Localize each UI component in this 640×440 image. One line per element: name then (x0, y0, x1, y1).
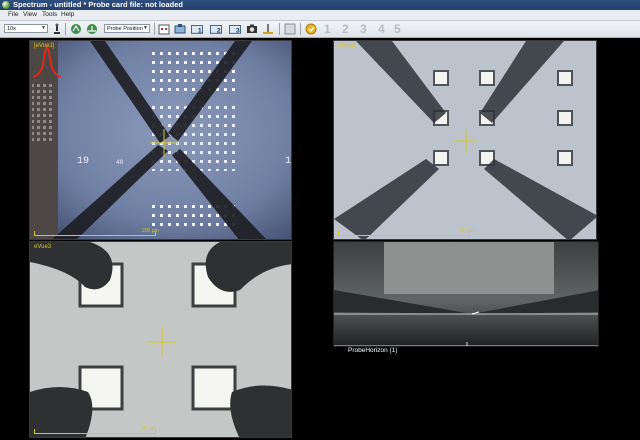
probe-b-icon[interactable] (86, 23, 98, 35)
view-3-label: eVue3 (34, 244, 52, 250)
microscope-icon[interactable] (51, 23, 63, 35)
probe-horizon-image (334, 242, 598, 346)
probe-2-icon[interactable]: 2 (210, 23, 222, 35)
chevron-down-icon: ▼ (143, 25, 148, 31)
scale-label: 50 µm (142, 426, 156, 432)
svg-text:3: 3 (236, 27, 240, 34)
chip-marking-1: 1 (285, 156, 292, 167)
chip-marking-19: 19 (77, 156, 90, 167)
view-2-label: eVue2 (338, 43, 356, 49)
blank-slot-icon[interactable] (284, 23, 296, 35)
probe-number-2[interactable]: 2 (342, 22, 349, 36)
menu-bar: File View Tools Help (0, 10, 640, 21)
mode-select[interactable]: Probe Position ▼ (104, 24, 150, 33)
svg-text:2: 2 (217, 27, 221, 34)
toolbar-separator (300, 23, 301, 35)
menu-tools[interactable]: Tools (42, 10, 57, 20)
probe-number-3[interactable]: 3 (360, 22, 367, 36)
view-1-label: [eVue1] (34, 43, 55, 49)
svg-text:1: 1 (198, 27, 202, 34)
probe-pads-image (334, 41, 596, 239)
app-logo-icon (2, 1, 10, 9)
camera-view-4[interactable] (333, 241, 599, 347)
window-title: Spectrum - untitled * Probe card file: n… (13, 0, 184, 9)
scale-bar (338, 231, 470, 236)
menu-help[interactable]: Help (61, 10, 74, 20)
scale-label: 50 µm (460, 228, 474, 234)
zoom-select[interactable]: 10x ▼ (4, 24, 48, 33)
toolbar-separator (65, 23, 66, 35)
probe-number-5[interactable]: 5 (394, 22, 401, 36)
pad-closeup-image (30, 242, 291, 437)
probe-1-icon[interactable]: 1 (191, 23, 203, 35)
mode-select-value: Probe Position (107, 26, 143, 32)
view-4-label: ProbeHorizon (1) (348, 347, 398, 354)
probe-a-icon[interactable] (70, 23, 82, 35)
menu-view[interactable]: View (23, 10, 37, 20)
scale-bar (34, 429, 156, 434)
toolbar-separator (279, 23, 280, 35)
camera-view-2[interactable]: eVue2 50 µm (333, 40, 597, 240)
scale-label: 200 µm (142, 228, 159, 234)
camera-view-1[interactable]: [eVue1] 19 40 1 200 µm (29, 40, 292, 240)
toolbar-separator (154, 23, 155, 35)
scale-bar (34, 231, 156, 236)
light-tool-icon[interactable] (262, 23, 274, 35)
title-bar: Spectrum - untitled * Probe card file: n… (0, 0, 640, 10)
toolbar: 10x ▼ Probe Position ▼ 1 2 3 1 2 3 4 5 (0, 21, 640, 38)
camera-view-3[interactable]: eVue3 50 µm (29, 241, 292, 438)
zoom-select-value: 10x (7, 26, 16, 32)
scan-tool-icon[interactable] (174, 23, 186, 35)
wafer-overview-image (30, 41, 291, 239)
chip-marking-40: 40 (116, 159, 124, 166)
menu-file[interactable]: File (8, 10, 18, 20)
chevron-down-icon: ▼ (41, 25, 46, 31)
camera-icon[interactable] (246, 23, 258, 35)
probe-3-icon[interactable]: 3 (229, 23, 241, 35)
gold-probe-icon[interactable] (305, 23, 317, 35)
probe-card-icon[interactable] (158, 23, 170, 35)
probe-number-4[interactable]: 4 (378, 22, 385, 36)
probe-number-1[interactable]: 1 (324, 22, 331, 36)
